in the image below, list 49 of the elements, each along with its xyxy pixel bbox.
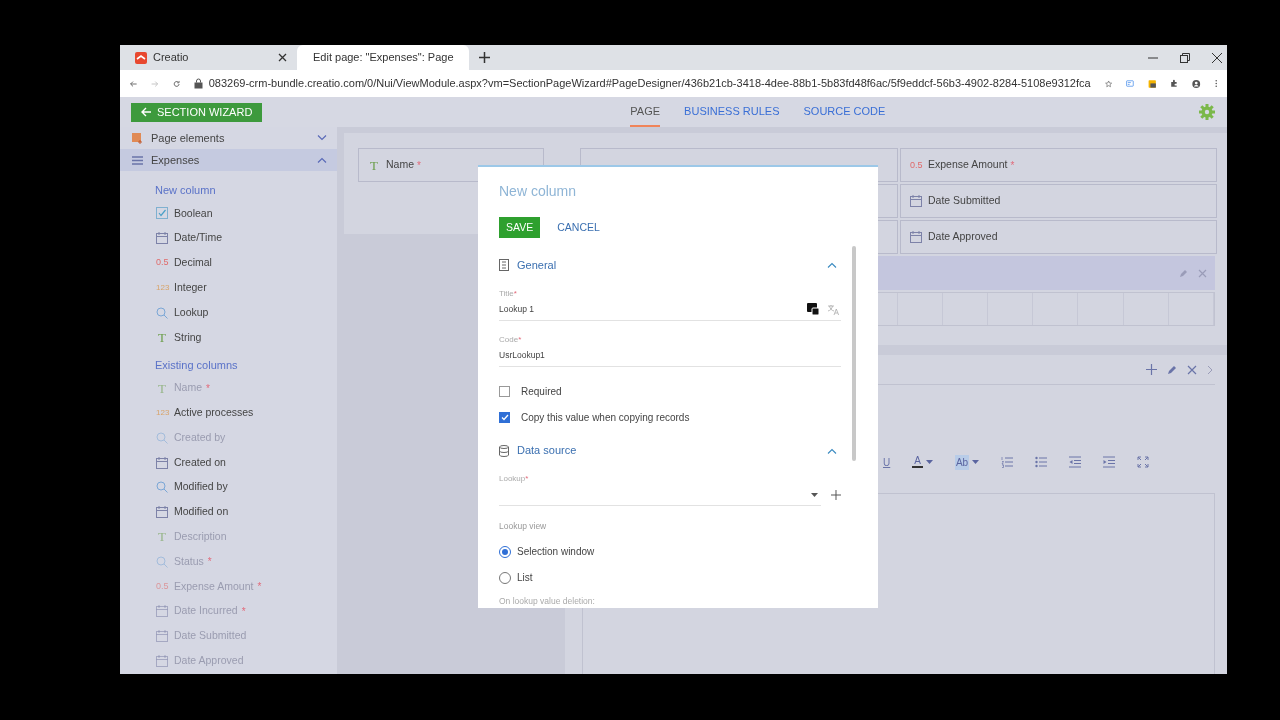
- required-mark: *: [525, 473, 529, 485]
- column-item[interactable]: Boolean: [155, 201, 337, 226]
- cancel-button[interactable]: CANCEL: [557, 217, 600, 238]
- required-mark: *: [518, 333, 522, 345]
- browser-tab[interactable]: Creatio: [125, 45, 297, 70]
- canvas-field[interactable]: 0.5 Expense Amount *: [900, 148, 1217, 182]
- field-label: Title: [499, 287, 514, 299]
- canvas-field[interactable]: Date Approved: [900, 220, 1217, 254]
- header-tab[interactable]: PAGE: [630, 97, 661, 127]
- type-icon: 123: [156, 408, 168, 417]
- text-color-button[interactable]: A: [912, 456, 933, 468]
- type-icon: 0.5: [156, 258, 168, 268]
- type-icon: 0.5: [910, 160, 922, 170]
- input-field[interactable]: UsrLookup1: [499, 344, 841, 367]
- type-icon: 0.5: [156, 582, 168, 592]
- type-icon: T: [368, 158, 380, 172]
- checkbox-label: Required: [521, 384, 562, 399]
- column-item[interactable]: Modified on: [155, 499, 337, 525]
- browser-tab[interactable]: Edit page: "Expenses": Page: [297, 45, 469, 70]
- column-item[interactable]: Modified by: [155, 474, 337, 500]
- column-item[interactable]: 0.5 Decimal: [155, 250, 337, 276]
- group-label: On lookup value deletion:: [499, 595, 596, 608]
- column-item[interactable]: 123 Integer: [155, 275, 337, 301]
- section-header[interactable]: Data source: [499, 440, 841, 461]
- checkbox-label: Copy this value when copying records: [521, 410, 690, 425]
- section-header[interactable]: General: [499, 254, 841, 275]
- section-heading: Existing columns: [155, 357, 239, 373]
- tab-title: Creatio: [153, 50, 190, 66]
- column-item[interactable]: Date/Time: [155, 225, 337, 251]
- tab-title: Edit page: "Expenses": Page: [313, 50, 454, 66]
- dialog-title: New column: [499, 182, 578, 201]
- radio-label: Selection window: [517, 545, 595, 560]
- column-item[interactable]: T String: [155, 325, 337, 350]
- type-icon: T: [156, 530, 168, 544]
- type-icon: T: [156, 381, 168, 395]
- type-icon: T: [156, 330, 168, 344]
- type-icon: 123: [156, 283, 168, 292]
- column-item[interactable]: Lookup: [155, 300, 337, 325]
- sidebar-group[interactable]: Page elements: [120, 127, 337, 149]
- input-field[interactable]: Lookup 1: [499, 298, 841, 321]
- column-item[interactable]: Created on: [155, 450, 337, 475]
- column-item[interactable]: 123 Active processes: [155, 400, 337, 426]
- header-tab[interactable]: SOURCE CODE: [803, 97, 886, 127]
- sidebar-group[interactable]: Expenses: [120, 149, 337, 171]
- section-wizard-button[interactable]: SECTION WIZARD: [131, 102, 263, 122]
- section-heading: New column: [155, 182, 217, 198]
- group-label: Lookup view: [499, 520, 548, 534]
- canvas-field[interactable]: Date Submitted: [900, 184, 1217, 218]
- radio-label: List: [517, 571, 533, 586]
